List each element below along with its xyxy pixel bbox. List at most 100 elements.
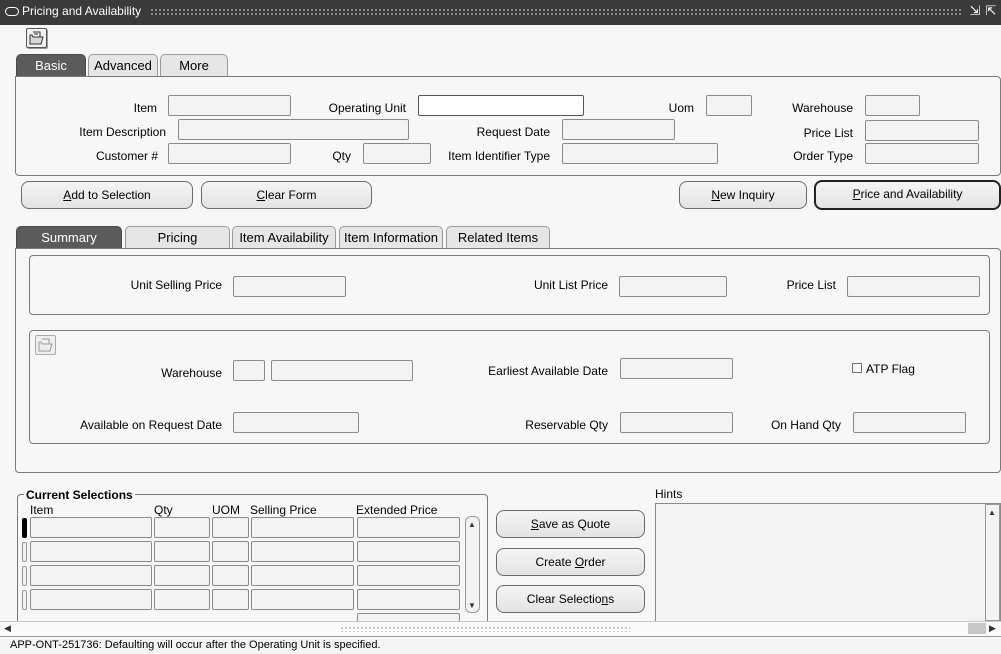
unit-list-price-field[interactable] [619, 276, 727, 297]
price-list-label: Price List [803, 126, 853, 140]
scroll-grip[interactable] [340, 626, 630, 632]
available-on-request-date-field[interactable] [233, 412, 359, 433]
scroll-thumb[interactable] [968, 623, 986, 634]
column-header-uom: UOM [212, 503, 240, 517]
unit-list-price-label: Unit List Price [533, 278, 608, 292]
unit-selling-price-field[interactable] [233, 276, 346, 297]
tab-related-items[interactable]: Related Items [446, 226, 550, 249]
uom-cell[interactable] [212, 565, 249, 586]
title-bar-grip [150, 8, 962, 17]
scroll-down-icon[interactable]: ▼ [468, 601, 476, 610]
record-indicator[interactable] [22, 566, 27, 586]
new-inquiry-button[interactable]: New Inquiry [679, 181, 807, 209]
warehouse-label: Warehouse [792, 101, 853, 115]
availability-warehouse-label: Warehouse [161, 366, 222, 380]
operating-unit-field[interactable] [418, 95, 584, 116]
status-bar: APP-ONT-251736: Defaulting will occur af… [0, 636, 1001, 654]
uom-cell[interactable] [212, 517, 249, 538]
order-type-field[interactable] [865, 143, 979, 164]
availability-warehouse-code-field[interactable] [233, 360, 265, 381]
tab-item-availability[interactable]: Item Availability [232, 226, 336, 249]
on-hand-qty-field[interactable] [853, 412, 966, 433]
selling-price-cell[interactable] [251, 541, 354, 562]
selling-price-cell[interactable] [251, 589, 354, 610]
scroll-up-icon[interactable]: ▲ [988, 508, 996, 517]
qty-cell[interactable] [154, 565, 210, 586]
window-horizontal-scrollbar[interactable]: ◀ ▶ [0, 621, 1001, 635]
qty-cell[interactable] [154, 517, 210, 538]
open-folder-icon [29, 31, 44, 45]
clear-selections-button[interactable]: Clear Selections [496, 585, 645, 613]
create-order-button[interactable]: Create Order [496, 548, 645, 576]
window-title: Pricing and Availability [22, 4, 142, 18]
window-menu-icon[interactable] [5, 7, 19, 16]
warehouse-field[interactable] [865, 95, 920, 116]
title-bar: Pricing and Availability ⇲ ⇱ [0, 0, 1001, 25]
extended-price-cell[interactable] [357, 565, 460, 586]
selling-price-cell[interactable] [251, 517, 354, 538]
column-header-qty: Qty [154, 503, 173, 517]
column-header-item: Item [30, 503, 54, 517]
summary-price-list-field[interactable] [847, 276, 980, 297]
qty-cell[interactable] [154, 541, 210, 562]
record-indicator[interactable] [22, 590, 27, 610]
item-cell[interactable] [30, 565, 152, 586]
save-as-quote-button[interactable]: Save as Quote [496, 510, 645, 538]
earliest-available-date-field[interactable] [620, 358, 733, 379]
qty-cell[interactable] [154, 589, 210, 610]
extended-price-cell[interactable] [357, 589, 460, 610]
availability-warehouse-name-field[interactable] [271, 360, 413, 381]
tab-basic[interactable]: Basic [16, 54, 86, 77]
item-description-label: Item Description [79, 125, 166, 139]
maximize-icon[interactable]: ⇱ [984, 3, 998, 19]
item-field[interactable] [168, 95, 291, 116]
customer-number-field[interactable] [168, 143, 291, 164]
item-label: Item [133, 101, 157, 115]
uom-cell[interactable] [212, 541, 249, 562]
tab-summary[interactable]: Summary [16, 226, 122, 249]
atp-flag-checkbox[interactable] [852, 363, 862, 373]
item-description-field[interactable] [178, 119, 409, 140]
selling-price-cell[interactable] [251, 565, 354, 586]
uom-label: Uom [668, 101, 694, 115]
price-and-availability-button[interactable]: Price and Availability [814, 180, 1001, 210]
add-to-selection-button[interactable]: Add to Selection [21, 181, 193, 209]
qty-label: Qty [332, 149, 351, 163]
item-identifier-type-field[interactable] [562, 143, 718, 164]
available-on-request-date-label: Available on Request Date [80, 418, 222, 432]
hints-scrollbar[interactable]: ▲ [985, 504, 1000, 621]
availability-folder-button[interactable] [35, 335, 56, 355]
selections-scrollbar[interactable]: ▲ ▼ [465, 516, 480, 613]
on-hand-qty-label: On Hand Qty [770, 418, 841, 432]
scroll-up-icon[interactable]: ▲ [468, 520, 476, 529]
customer-number-label: Customer # [95, 149, 158, 163]
scroll-right-icon[interactable]: ▶ [989, 623, 996, 634]
price-list-field[interactable] [865, 120, 979, 141]
qty-field[interactable] [363, 143, 431, 164]
earliest-available-date-label: Earliest Available Date [488, 364, 608, 378]
record-indicator[interactable] [22, 542, 27, 562]
item-cell[interactable] [30, 517, 152, 538]
clear-form-button[interactable]: Clear Form [201, 181, 372, 209]
hints-textarea[interactable] [655, 503, 1001, 624]
open-folder-button[interactable] [26, 28, 47, 48]
extended-price-cell[interactable] [357, 517, 460, 538]
current-record-indicator[interactable] [22, 518, 27, 538]
tab-pricing[interactable]: Pricing [125, 226, 230, 249]
tab-item-information[interactable]: Item Information [339, 226, 443, 249]
extended-price-cell[interactable] [357, 541, 460, 562]
item-cell[interactable] [30, 541, 152, 562]
minimize-icon[interactable]: ⇲ [968, 3, 982, 19]
tab-advanced[interactable]: Advanced [88, 54, 158, 77]
hints-label: Hints [655, 487, 683, 501]
scroll-left-icon[interactable]: ◀ [4, 623, 11, 634]
item-cell[interactable] [30, 589, 152, 610]
request-date-field[interactable] [562, 119, 675, 140]
operating-unit-label: Operating Unit [328, 101, 406, 115]
request-date-label: Request Date [476, 125, 550, 139]
column-header-extended-price: Extended Price [356, 503, 438, 517]
reservable-qty-field[interactable] [620, 412, 733, 433]
tab-more[interactable]: More [160, 54, 228, 77]
uom-cell[interactable] [212, 589, 249, 610]
uom-field[interactable] [706, 95, 752, 116]
